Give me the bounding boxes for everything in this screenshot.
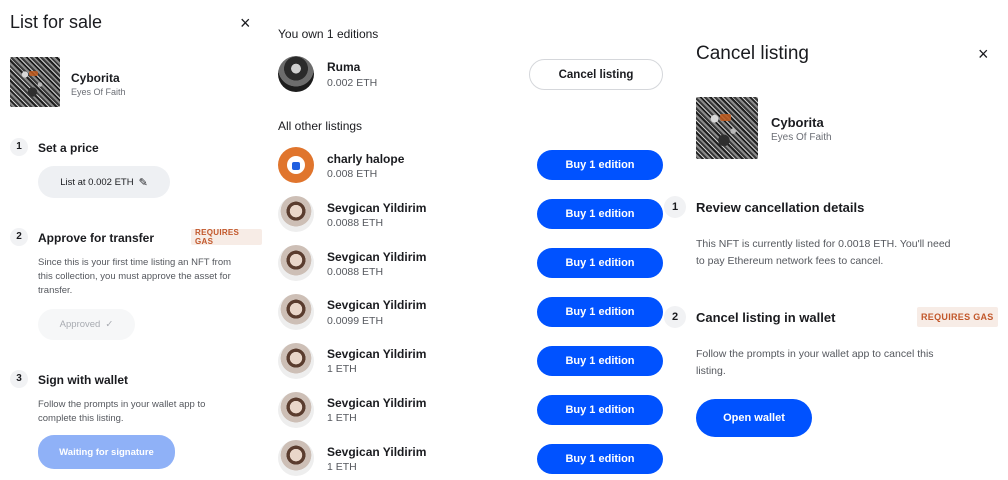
seller-name: Sevgican Yildirim (327, 347, 427, 361)
seller-name: Sevgican Yildirim (327, 250, 427, 264)
owner-price: 0.002 ETH (327, 77, 378, 89)
avatar (278, 245, 314, 281)
avatar (278, 147, 314, 183)
buy-edition-button[interactable]: Buy 1 edition (537, 444, 663, 474)
panel-title: List for sale (10, 12, 103, 32)
waiting-for-signature-button[interactable]: Waiting for signature (38, 435, 175, 469)
seller-name: Sevgican Yildirim (327, 201, 427, 215)
other-listings-heading: All other listings (278, 119, 363, 133)
close-icon[interactable]: × (240, 14, 251, 32)
step-number: 2 (10, 228, 28, 246)
listing-price: 1 ETH (327, 363, 357, 375)
step-number: 3 (10, 370, 28, 388)
step-number: 1 (664, 196, 686, 218)
listing-price: 0.0099 ETH (327, 315, 384, 327)
seller-name: Sevgican Yildirim (327, 298, 427, 312)
seller-name: charly halope (327, 152, 405, 166)
avatar (278, 392, 314, 428)
cancel-listing-panel: Cancel listing × Cyborita Eyes Of Faith … (664, 0, 1008, 480)
nft-name: Cyborita (771, 115, 824, 130)
step-title-approve: Approve for transfer (38, 231, 155, 245)
seller-name: Sevgican Yildirim (327, 445, 427, 459)
listing-price: 0.0088 ETH (327, 217, 384, 229)
nft-collection: Eyes Of Faith (71, 87, 126, 97)
avatar (278, 294, 314, 330)
nft-thumbnail (10, 57, 60, 107)
own-editions-heading: You own 1 editions (278, 27, 379, 41)
step-title-cancel-wallet: Cancel listing in wallet (696, 310, 836, 325)
step-title-review: Review cancellation details (696, 200, 865, 215)
requires-gas-badge: REQUIRES GAS (191, 228, 262, 246)
listing-price: 0.0088 ETH (327, 266, 384, 278)
editions-panel: You own 1 editions Ruma 0.002 ETH Cancel… (262, 0, 674, 480)
check-icon: ✓ (105, 319, 114, 330)
step-description: Follow the prompts in your wallet app to… (38, 399, 206, 424)
avatar (278, 440, 314, 476)
nft-collection: Eyes Of Faith (771, 132, 832, 143)
avatar (278, 343, 314, 379)
pencil-icon: ✎ (138, 176, 148, 189)
approved-button[interactable]: Approved ✓ (38, 309, 135, 340)
listing-price: 1 ETH (327, 461, 357, 473)
step-description: Since this is your first time listing an… (38, 257, 232, 296)
step-description: Follow the prompts in your wallet app to… (696, 348, 934, 377)
listing-price: 0.008 ETH (327, 168, 378, 180)
buy-edition-button[interactable]: Buy 1 edition (537, 346, 663, 376)
nft-thumbnail (696, 97, 758, 159)
step-title-set-price: Set a price (38, 141, 99, 155)
owner-name: Ruma (327, 60, 361, 74)
step-description: This NFT is currently listed for 0.0018 … (696, 238, 951, 267)
buy-edition-button[interactable]: Buy 1 edition (537, 199, 663, 229)
open-wallet-button[interactable]: Open wallet (696, 399, 812, 437)
step-number: 2 (664, 306, 686, 328)
list-for-sale-panel: List for sale × Cyborita Eyes Of Faith 1… (0, 0, 262, 480)
avatar (278, 56, 314, 92)
list-price-button[interactable]: List at 0.002 ETH ✎ (38, 166, 170, 198)
avatar (278, 196, 314, 232)
buy-edition-button[interactable]: Buy 1 edition (537, 248, 663, 278)
buy-edition-button[interactable]: Buy 1 edition (537, 395, 663, 425)
step-title-sign: Sign with wallet (38, 373, 129, 387)
buy-edition-button[interactable]: Buy 1 edition (537, 150, 663, 180)
panel-title: Cancel listing (696, 43, 809, 64)
approved-label: Approved (59, 319, 101, 330)
nft-name: Cyborita (71, 71, 120, 85)
listing-price: 1 ETH (327, 412, 357, 424)
seller-name: Sevgican Yildirim (327, 396, 427, 410)
list-price-label: List at 0.002 ETH (60, 176, 134, 188)
cancel-listing-button[interactable]: Cancel listing (529, 59, 663, 90)
close-icon[interactable]: × (978, 45, 989, 63)
buy-edition-button[interactable]: Buy 1 edition (537, 297, 663, 327)
step-number: 1 (10, 138, 28, 156)
requires-gas-badge: REQUIRES GAS (917, 307, 998, 327)
